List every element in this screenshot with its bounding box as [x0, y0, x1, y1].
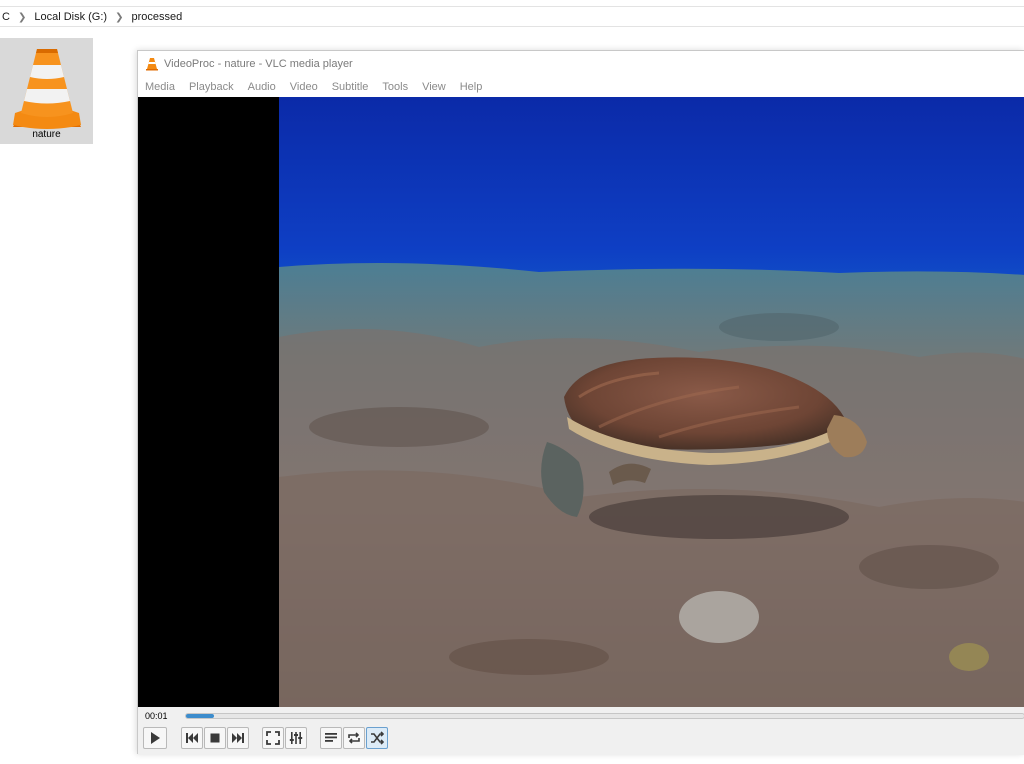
menu-playback[interactable]: Playback: [182, 81, 241, 93]
loop-icon: [348, 732, 360, 744]
extended-settings-button[interactable]: [285, 727, 307, 749]
play-icon: [151, 732, 160, 744]
menu-view[interactable]: View: [415, 81, 453, 93]
menu-subtitle[interactable]: Subtitle: [325, 81, 376, 93]
next-button[interactable]: [227, 727, 249, 749]
previous-icon: [186, 733, 198, 743]
menu-audio[interactable]: Audio: [241, 81, 283, 93]
video-area[interactable]: [138, 97, 1024, 707]
menu-bar: Media Playback Audio Video Subtitle Tool…: [138, 77, 1024, 97]
shuffle-icon: [371, 731, 384, 745]
chevron-right-icon[interactable]: ❯: [109, 12, 129, 23]
breadcrumb: C ❯ Local Disk (G:) ❯ processed: [0, 10, 184, 24]
file-item-nature[interactable]: nature: [0, 38, 93, 144]
seek-progress: [186, 714, 215, 718]
chevron-right-icon[interactable]: ❯: [12, 12, 32, 23]
breadcrumb-item-local-disk[interactable]: Local Disk (G:): [32, 11, 109, 23]
playlist-button[interactable]: [320, 727, 342, 749]
previous-button[interactable]: [181, 727, 203, 749]
explorer-address-bar: C ❯ Local Disk (G:) ❯ processed: [0, 0, 1024, 34]
vlc-cone-icon: [13, 49, 81, 129]
playlist-icon: [325, 733, 337, 742]
vlc-window: VideoProc - nature - VLC media player Me…: [137, 50, 1024, 755]
next-icon: [232, 733, 244, 743]
vlc-cone-icon: [146, 58, 158, 71]
loop-button[interactable]: [343, 727, 365, 749]
equalizer-icon: [289, 732, 303, 744]
menu-video[interactable]: Video: [283, 81, 325, 93]
fullscreen-icon: [266, 731, 280, 745]
breadcrumb-item-pc[interactable]: C: [0, 11, 12, 23]
stop-button[interactable]: [204, 727, 226, 749]
divider: [0, 26, 1024, 27]
shuffle-button[interactable]: [366, 727, 388, 749]
menu-help[interactable]: Help: [453, 81, 490, 93]
title-bar[interactable]: VideoProc - nature - VLC media player: [138, 51, 1024, 77]
menu-tools[interactable]: Tools: [375, 81, 415, 93]
divider: [0, 6, 1024, 7]
breadcrumb-item-processed[interactable]: processed: [129, 11, 184, 23]
playback-controls: 00:01: [138, 707, 1024, 755]
seek-slider[interactable]: [185, 713, 1024, 719]
file-name: nature: [32, 129, 61, 140]
menu-media[interactable]: Media: [138, 81, 182, 93]
window-title: VideoProc - nature - VLC media player: [164, 58, 353, 70]
stop-icon: [210, 733, 220, 743]
elapsed-time: 00:01: [145, 711, 168, 721]
video-frame-sea-turtle: [279, 97, 1024, 707]
play-button[interactable]: [143, 727, 167, 749]
fullscreen-button[interactable]: [262, 727, 284, 749]
